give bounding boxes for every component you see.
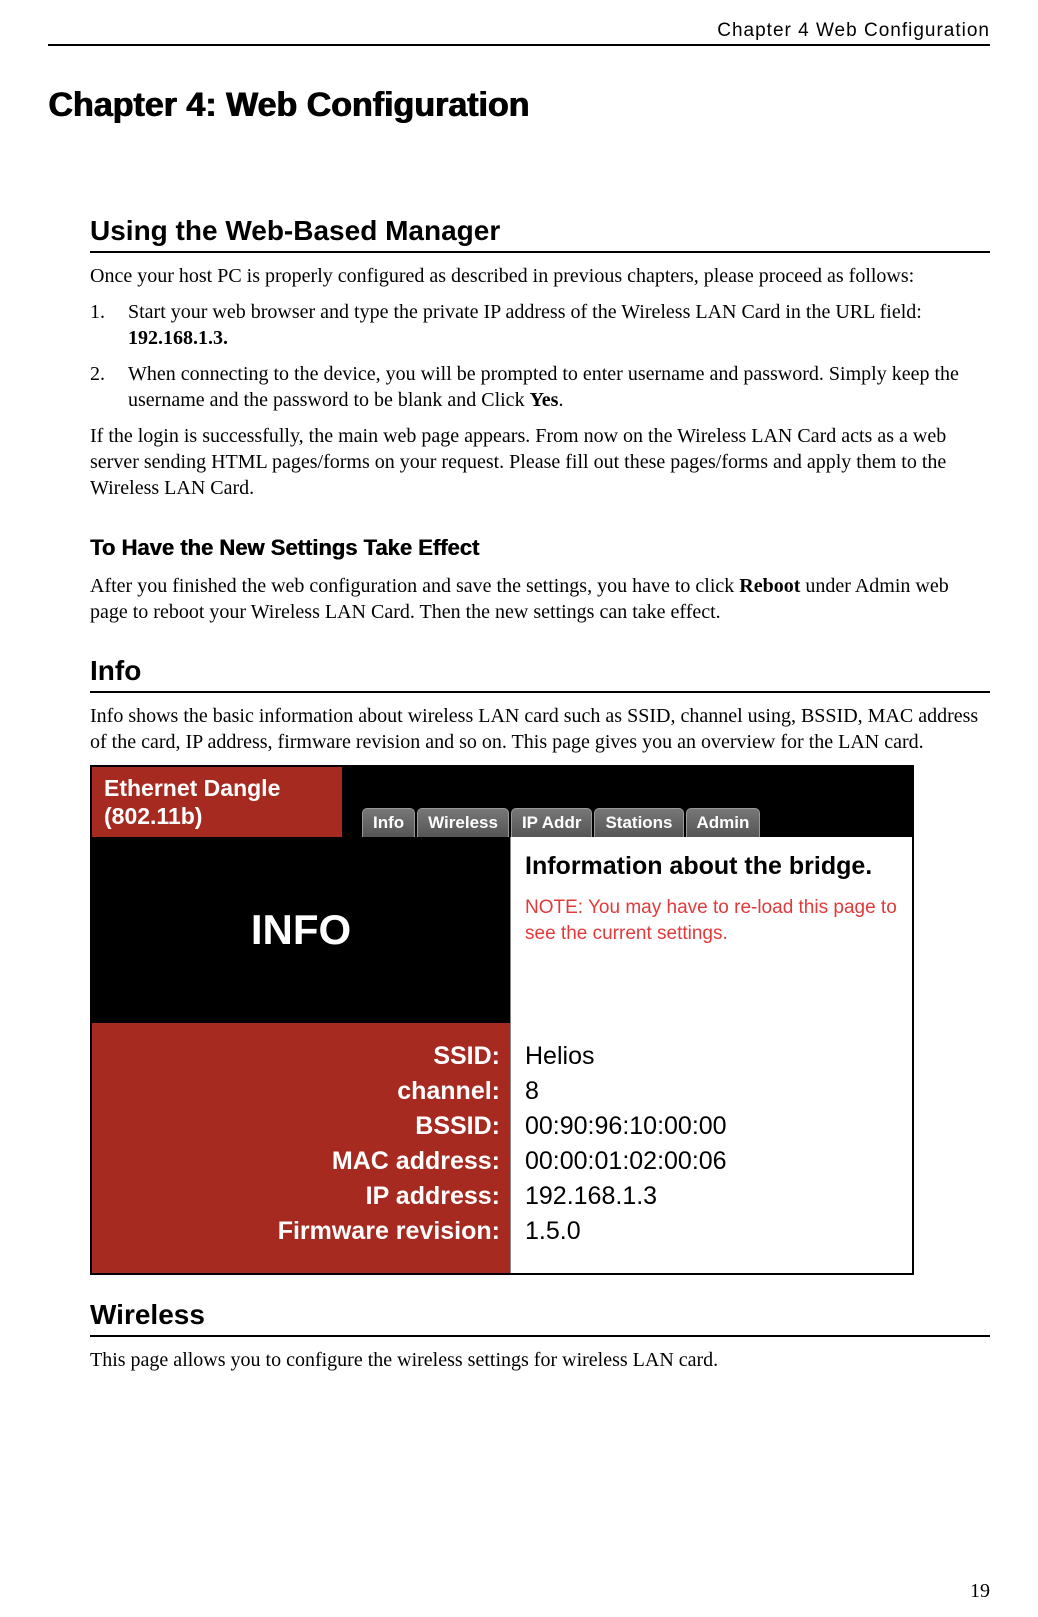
label-ip: IP address: — [102, 1179, 500, 1214]
intro-paragraph: Once your host PC is properly configured… — [90, 263, 990, 289]
running-header: Chapter 4 Web Configuration — [48, 20, 990, 46]
device-title-line1: Ethernet Dangle — [104, 775, 330, 803]
info-field-labels: SSID: channel: BSSID: MAC address: IP ad… — [92, 1023, 510, 1273]
section-wireless: Wireless — [90, 1299, 990, 1337]
tab-info[interactable]: Info — [362, 808, 415, 837]
label-mac: MAC address: — [102, 1144, 500, 1179]
info-desc-title: Information about the bridge. — [525, 851, 898, 881]
value-ip: 192.168.1.3 — [525, 1179, 902, 1214]
value-channel: 8 — [525, 1074, 902, 1109]
device-title-line2: (802.11b) — [104, 803, 330, 831]
tab-bar: Info Wireless IP Addr Stations Admin — [342, 767, 912, 837]
step-1-text: Start your web browser and type the priv… — [128, 301, 922, 323]
page-number: 19 — [970, 1580, 990, 1603]
info-field-values: Helios 8 00:90:96:10:00:00 00:00:01:02:0… — [510, 1023, 912, 1273]
step-2-text-c: . — [558, 389, 563, 411]
info-note: NOTE: You may have to re-load this page … — [525, 895, 898, 946]
take-effect-reboot: Reboot — [739, 575, 800, 597]
tab-admin[interactable]: Admin — [686, 808, 761, 837]
value-ssid: Helios — [525, 1039, 902, 1074]
info-screenshot: Ethernet Dangle (802.11b) Info Wireless … — [90, 765, 914, 1275]
tab-wireless[interactable]: Wireless — [417, 808, 509, 837]
label-bssid: BSSID: — [102, 1109, 500, 1144]
value-firmware: 1.5.0 — [525, 1214, 902, 1249]
section-info: Info — [90, 655, 990, 693]
wireless-paragraph: This page allows you to configure the wi… — [90, 1347, 990, 1373]
section-take-effect: To Have the New Settings Take Effect — [90, 535, 990, 561]
value-bssid: 00:90:96:10:00:00 — [525, 1109, 902, 1144]
post-steps-paragraph: If the login is successfully, the main w… — [90, 423, 990, 501]
step-2-yes: Yes — [530, 389, 559, 411]
info-big-label: INFO — [92, 837, 510, 1023]
label-firmware: Firmware revision: — [102, 1214, 500, 1249]
section-using-web-manager: Using the Web-Based Manager — [90, 215, 990, 253]
step-1-ip: 192.168.1.3. — [128, 327, 228, 349]
take-effect-a: After you finished the web configuration… — [90, 575, 739, 597]
tab-ip-addr[interactable]: IP Addr — [511, 808, 593, 837]
chapter-title: Chapter 4: Web Configuration — [48, 86, 990, 125]
step-2: When connecting to the device, you will … — [90, 361, 990, 413]
tab-stations[interactable]: Stations — [594, 808, 683, 837]
device-title: Ethernet Dangle (802.11b) — [92, 767, 342, 837]
step-1: Start your web browser and type the priv… — [90, 299, 990, 351]
info-description: Information about the bridge. NOTE: You … — [510, 837, 912, 1023]
steps-list: Start your web browser and type the priv… — [90, 299, 990, 413]
value-mac: 00:00:01:02:00:06 — [525, 1144, 902, 1179]
info-paragraph: Info shows the basic information about w… — [90, 703, 990, 755]
take-effect-paragraph: After you finished the web configuration… — [90, 573, 990, 625]
label-ssid: SSID: — [102, 1039, 500, 1074]
label-channel: channel: — [102, 1074, 500, 1109]
